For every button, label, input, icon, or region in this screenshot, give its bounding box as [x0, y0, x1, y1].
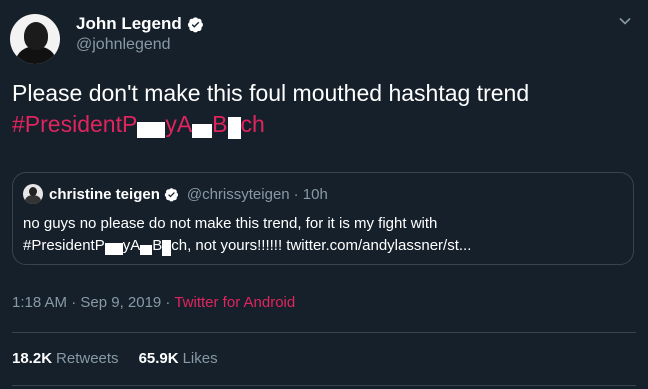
likes-label: Likes [182, 350, 218, 367]
quoted-part-3: B [152, 237, 163, 254]
quoted-line-2: #PresidentP yA Bch, not yours!!!!!! twitte… [23, 235, 623, 257]
likes-count: 65.9K [138, 350, 179, 367]
tweet-meta: 1:18 AM · Sep 9, 2019 · Twitter for Andr… [12, 294, 295, 311]
quoted-part-4: ch, not yours!!!!!! twitter.com/andylass… [171, 237, 472, 254]
quoted-handle: @chrissyteigen [186, 185, 290, 203]
retweets-label: Retweets [56, 350, 119, 367]
divider [12, 385, 636, 386]
quoted-part-1: #PresidentP [23, 237, 105, 254]
verified-badge-icon [187, 16, 203, 32]
avatar-head [24, 22, 48, 50]
tweet-hashtag[interactable]: #PresidentP yA Bch [12, 109, 632, 140]
author-name[interactable]: John Legend [76, 14, 182, 34]
tweet-source[interactable]: Twitter for Android [174, 294, 295, 311]
quoted-header: christine teigen @chrissyteigen · 10h [23, 184, 328, 204]
tweet-text: Please don't make this foul mouthed hash… [12, 78, 632, 140]
redaction-block [137, 121, 166, 138]
quoted-avatar-head [29, 187, 37, 196]
quoted-tweet-card[interactable]: christine teigen @chrissyteigen · 10h no… [12, 172, 634, 265]
quoted-time: · 10h [293, 185, 328, 203]
tweet-timestamp[interactable]: 1:18 AM · Sep 9, 2019 · [12, 294, 170, 311]
hashtag-part-4: ch [240, 111, 265, 137]
redaction-block [104, 243, 123, 256]
quoted-avatar-body [25, 195, 41, 204]
author-avatar[interactable] [10, 14, 60, 64]
tweet-body: Please don't make this foul mouthed hash… [12, 80, 530, 106]
retweets-count: 18.2K [12, 350, 53, 367]
redaction-block [192, 123, 213, 138]
verified-badge-icon [164, 187, 178, 201]
retweets-stat[interactable]: 18.2K Retweets [12, 350, 119, 367]
quoted-part-2: yA [122, 237, 141, 254]
tweet-stats: 18.2K Retweets 65.9K Likes [12, 350, 238, 367]
quoted-author-name: christine teigen [49, 185, 160, 203]
hashtag-part-1: #PresidentP [12, 111, 138, 137]
quoted-text: no guys no please do not make this trend… [23, 213, 623, 257]
redaction-block [162, 239, 172, 256]
author-handle[interactable]: @johnlegend [76, 36, 171, 54]
hashtag-part-3: B [212, 111, 228, 137]
hashtag-part-2: yA [165, 111, 193, 137]
redaction-block [227, 116, 241, 139]
quoted-avatar [23, 184, 43, 204]
author-name-row[interactable]: John Legend [76, 14, 204, 34]
redaction-block [140, 245, 153, 256]
quoted-line-1: no guys no please do not make this trend… [23, 215, 438, 232]
divider [12, 332, 636, 333]
likes-stat[interactable]: 65.9K Likes [139, 350, 218, 367]
chevron-down-icon[interactable] [618, 14, 632, 28]
